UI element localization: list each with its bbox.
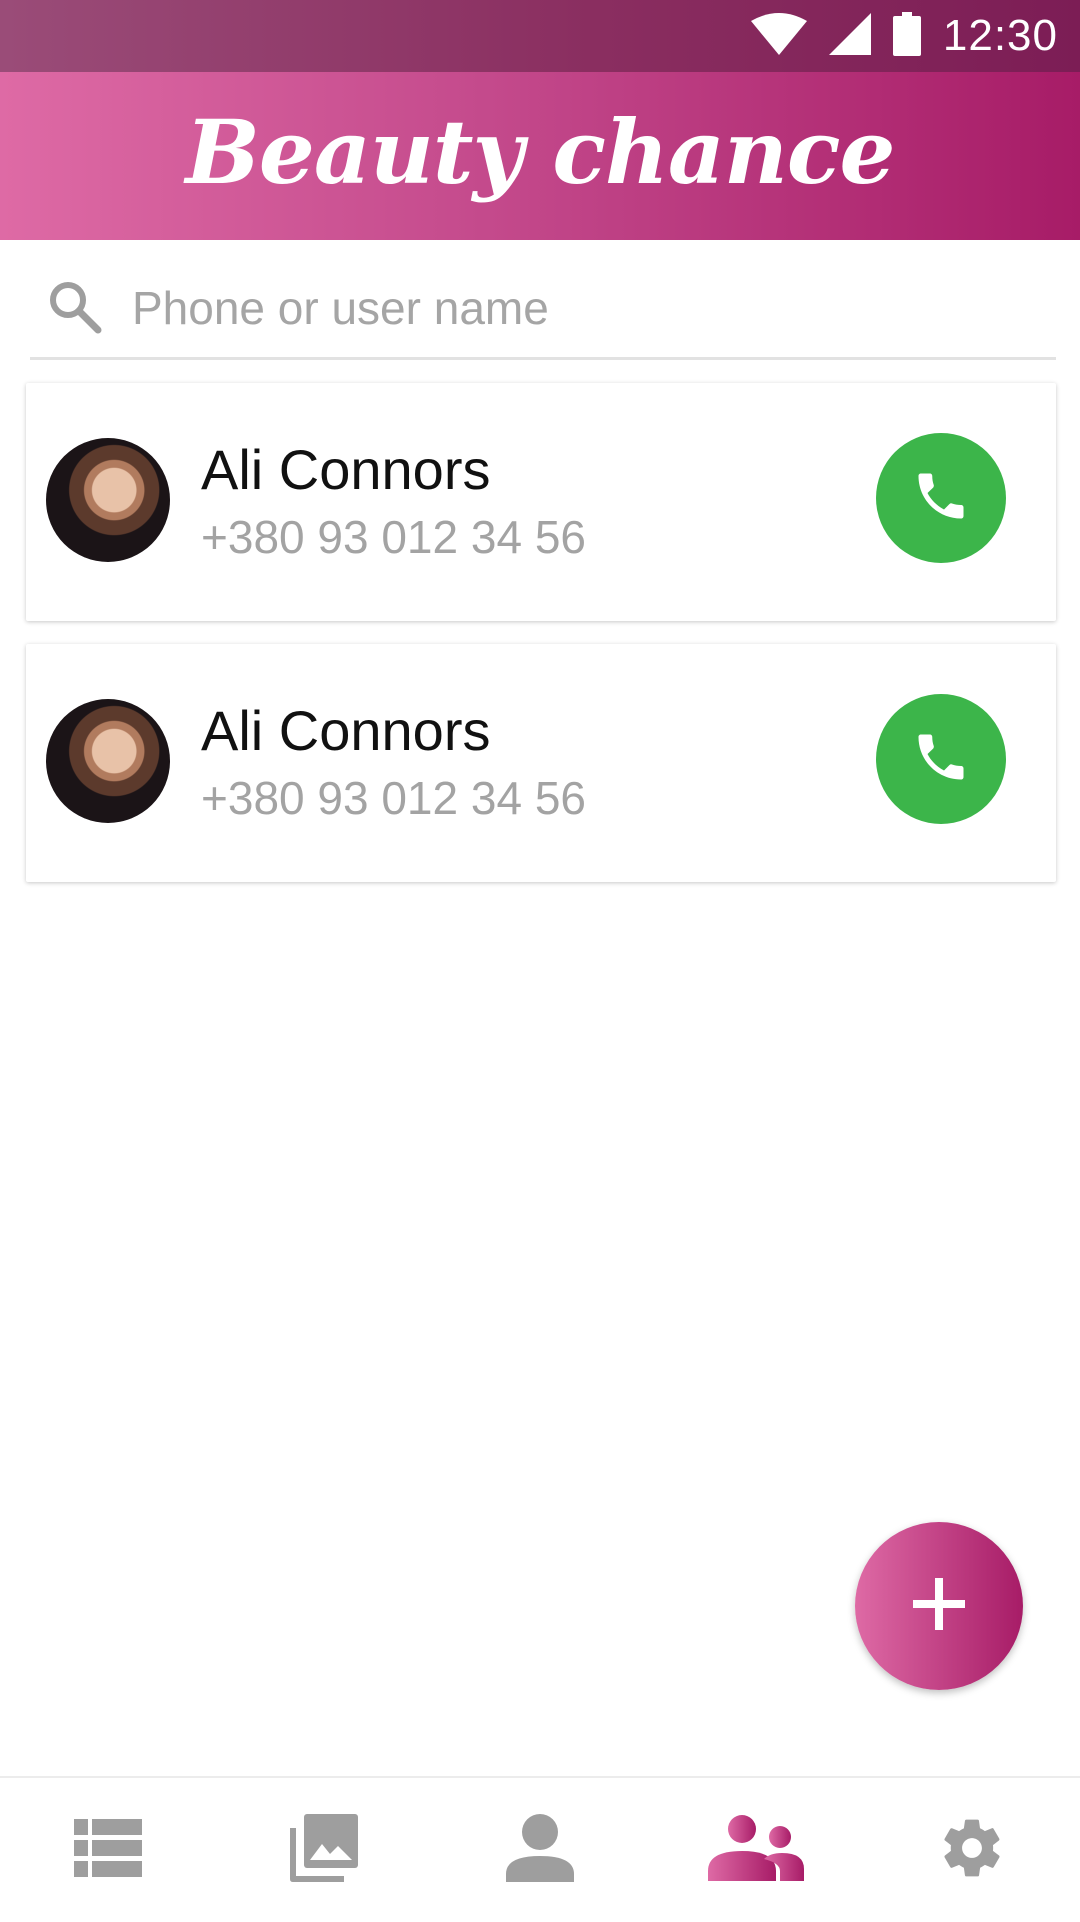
contact-name: Ali Connors: [201, 699, 491, 762]
search-input[interactable]: [130, 272, 1014, 344]
person-icon: [506, 1813, 574, 1887]
status-icons: 12:30: [750, 0, 1058, 72]
avatar: [46, 699, 170, 823]
contact-name: Ali Connors: [201, 438, 491, 501]
call-button[interactable]: [876, 694, 1006, 824]
contact-card[interactable]: Ali Connors +380 93 012 34 56: [26, 383, 1056, 621]
nav-item-profile[interactable]: [440, 1778, 640, 1922]
plus-icon: [909, 1574, 969, 1639]
nav-item-settings[interactable]: [872, 1778, 1072, 1922]
phone-icon: [911, 466, 971, 531]
avatar: [46, 438, 170, 562]
bottom-nav: [0, 1776, 1080, 1922]
nav-item-gallery[interactable]: [224, 1778, 424, 1922]
app-bar: Beauty chance: [0, 72, 1080, 240]
list-icon: [74, 1818, 142, 1882]
gallery-icon: [290, 1813, 358, 1887]
add-contact-button[interactable]: [855, 1522, 1023, 1690]
settings-icon: [938, 1814, 1006, 1887]
app-title: Beauty chance: [185, 100, 896, 204]
call-button[interactable]: [876, 433, 1006, 563]
contact-phone: +380 93 012 34 56: [201, 772, 586, 824]
status-time: 12:30: [942, 11, 1058, 60]
contact-card[interactable]: Ali Connors +380 93 012 34 56: [26, 644, 1056, 882]
wifi-icon: [750, 12, 807, 60]
group-icon: [708, 1814, 804, 1886]
search-icon: [44, 276, 104, 336]
nav-item-contacts[interactable]: [656, 1778, 856, 1922]
status-bar: 12:30: [0, 0, 1080, 72]
cell-signal-icon: [828, 12, 871, 60]
contact-phone: +380 93 012 34 56: [201, 511, 586, 563]
search-bar: [30, 262, 1056, 360]
battery-icon: [892, 11, 921, 61]
nav-item-list[interactable]: [8, 1778, 208, 1922]
phone-icon: [911, 727, 971, 792]
